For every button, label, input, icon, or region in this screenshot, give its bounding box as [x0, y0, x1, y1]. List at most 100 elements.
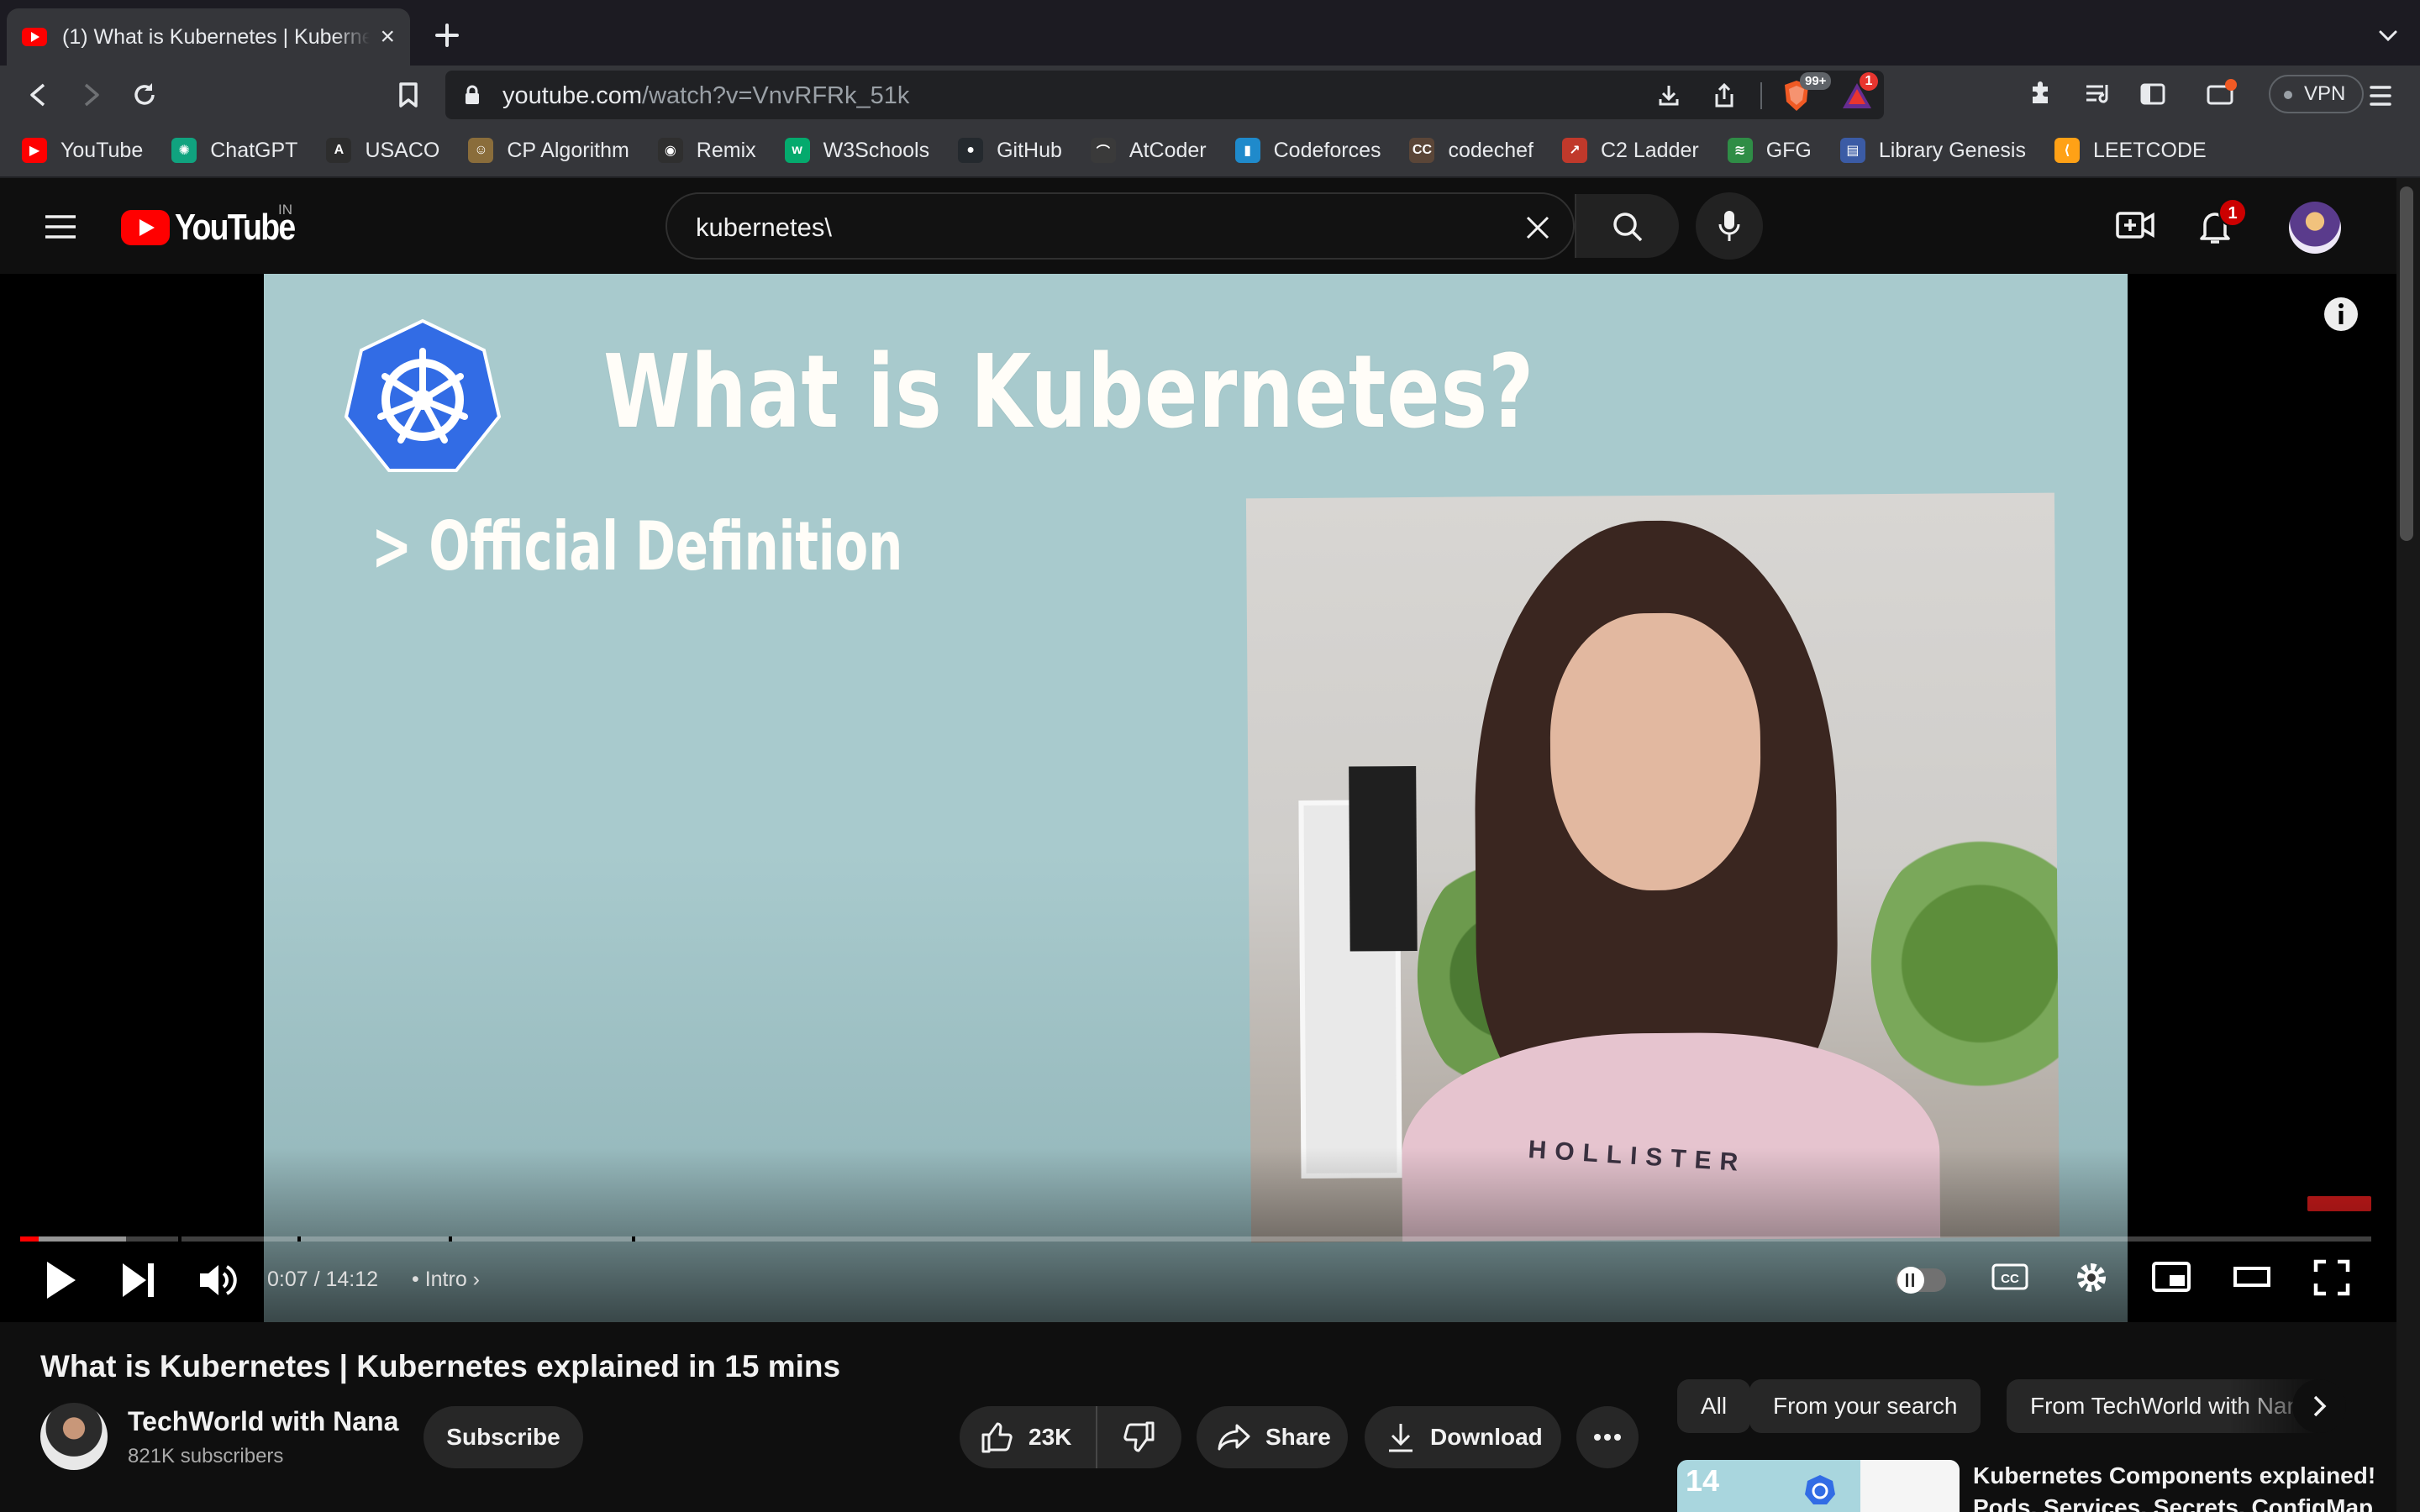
- bookmark-chatgpt[interactable]: ✺ ChatGPT: [171, 138, 297, 163]
- bookmark-usaco[interactable]: A USACO: [326, 138, 439, 163]
- share-page-icon[interactable]: [1712, 82, 1737, 109]
- thumbnail-panel: [1860, 1460, 1960, 1512]
- forward-icon[interactable]: [76, 80, 106, 110]
- microphone-icon: [1718, 211, 1740, 241]
- video-player[interactable]: What is Kubernetes? > Official Definitio…: [0, 274, 2396, 1322]
- new-tab-icon[interactable]: [430, 18, 464, 52]
- chapter-title[interactable]: • Intro ›: [412, 1268, 480, 1292]
- reload-icon[interactable]: [129, 80, 160, 110]
- github-icon: ●: [958, 138, 984, 163]
- country-code: IN: [278, 202, 292, 218]
- bookmark-github[interactable]: ● GitHub: [958, 138, 1062, 163]
- chips-next-button[interactable]: [2292, 1379, 2346, 1433]
- settings-gear-icon[interactable]: [2072, 1258, 2111, 1297]
- bookmark-codeforces[interactable]: ▮ Codeforces: [1234, 138, 1381, 163]
- autoplay-toggle[interactable]: [1896, 1267, 1946, 1294]
- c2-ladder-icon: ↗: [1561, 138, 1587, 163]
- rewards-count-badge: 1: [1860, 72, 1878, 91]
- related-filter-chips: All From your search From TechWorld with…: [1677, 1369, 2349, 1436]
- bookmark-label: GFG: [1765, 138, 1812, 162]
- tab-close-icon[interactable]: ×: [380, 24, 395, 50]
- guide-menu-icon[interactable]: [44, 213, 77, 240]
- extensions-puzzle-icon: [2033, 81, 2048, 103]
- url-text[interactable]: youtube.com/watch?v=VnvRFRk_51k: [502, 82, 909, 110]
- chip-all[interactable]: All: [1677, 1379, 1751, 1433]
- browser-menu-icon[interactable]: [2368, 81, 2393, 111]
- chip-from-your-search[interactable]: From your search: [1749, 1379, 1981, 1433]
- atcoder-icon: ⌒: [1090, 138, 1116, 163]
- share-label: Share: [1265, 1424, 1331, 1450]
- presenter-face: [1549, 612, 1762, 891]
- subscribe-button[interactable]: Subscribe: [424, 1406, 583, 1468]
- url-path: /watch?v=VnvRFRk_51k: [642, 82, 910, 109]
- bookmark-gfg[interactable]: ≋ GFG: [1727, 138, 1812, 163]
- bookmark-label: YouTube: [60, 138, 144, 162]
- share-button[interactable]: Share: [1197, 1406, 1348, 1468]
- pause-icon: [1906, 1273, 1914, 1287]
- voice-search-button[interactable]: [1696, 192, 1763, 260]
- bookmark-library-genesis[interactable]: ▤ Library Genesis: [1839, 138, 2026, 163]
- search-query-text[interactable]: kubernetes\: [696, 213, 832, 243]
- theater-mode-icon[interactable]: [2232, 1258, 2272, 1295]
- bookmark-icon[interactable]: [393, 80, 424, 110]
- like-button[interactable]: 23K: [960, 1406, 1097, 1468]
- video-title: What is Kubernetes | Kubernetes explaine…: [40, 1349, 841, 1383]
- controls-gradient: [0, 1147, 2396, 1322]
- download-button[interactable]: Download: [1365, 1406, 1561, 1468]
- dislike-button[interactable]: [1097, 1420, 1181, 1454]
- back-icon[interactable]: [24, 80, 54, 110]
- play-icon[interactable]: [42, 1258, 79, 1302]
- miniplayer-icon[interactable]: [2151, 1258, 2191, 1295]
- codeforces-icon: ▮: [1234, 138, 1260, 163]
- chip-from-channel[interactable]: From TechWorld with Nana: [2007, 1379, 2326, 1433]
- progress-played: [20, 1236, 39, 1242]
- remix-icon: ◉: [657, 138, 683, 163]
- search-icon: [1613, 213, 1643, 242]
- youtube-favicon-icon: [22, 28, 47, 46]
- recommendation-title[interactable]: Kubernetes Components explained! Pods, S…: [1973, 1460, 2376, 1512]
- bookmark-w3schools[interactable]: w W3Schools: [784, 138, 930, 163]
- gfg-icon: ≋: [1727, 138, 1753, 163]
- reading-list-icon: [2086, 85, 2108, 103]
- search-input[interactable]: kubernetes\: [666, 192, 1679, 260]
- install-app-icon[interactable]: [1655, 82, 1682, 109]
- address-bar[interactable]: youtube.com/watch?v=VnvRFRk_51k 99+ 1: [445, 71, 1884, 119]
- clear-search-icon[interactable]: [1524, 214, 1551, 241]
- bookmarks-bar: ▶ YouTube ✺ ChatGPT A USACO ☺ CP Algorithm ◉ Remi…: [0, 124, 2420, 178]
- bookmark-codechef[interactable]: CC codechef: [1409, 138, 1534, 163]
- bookmark-atcoder[interactable]: ⌒ AtCoder: [1090, 138, 1207, 163]
- browser-tab-strip: (1) What is Kubernetes | Kubernetes expl…: [0, 0, 2420, 66]
- chapter-label: • Intro: [412, 1268, 467, 1291]
- more-actions-button[interactable]: [1576, 1406, 1639, 1468]
- thumbs-up-icon: [981, 1422, 1013, 1453]
- info-icon[interactable]: [2323, 296, 2360, 333]
- fullscreen-icon[interactable]: [2312, 1258, 2351, 1297]
- account-avatar[interactable]: [2289, 202, 2341, 254]
- bookmark-remix[interactable]: ◉ Remix: [657, 138, 756, 163]
- bookmark-label: ChatGPT: [210, 138, 298, 162]
- subtitles-cc-icon[interactable]: CC: [1991, 1258, 2028, 1295]
- tab-list-chevron-down-icon[interactable]: [2376, 24, 2400, 47]
- lock-icon[interactable]: [464, 85, 481, 105]
- create-video-icon[interactable]: [2116, 208, 2154, 242]
- channel-avatar[interactable]: [40, 1403, 108, 1470]
- leetcode-icon: ⟨: [2054, 138, 2080, 163]
- next-video-icon[interactable]: [119, 1258, 156, 1302]
- bookmark-label: W3Schools: [823, 138, 930, 162]
- bookmark-label: GitHub: [997, 138, 1062, 162]
- channel-name[interactable]: TechWorld with Nana: [128, 1406, 398, 1437]
- volume-icon[interactable]: [197, 1258, 237, 1302]
- recommendation-thumbnail[interactable]: 14: [1677, 1460, 1960, 1512]
- progress-bar[interactable]: [20, 1236, 2371, 1242]
- page-scrollbar-thumb[interactable]: [2400, 186, 2413, 541]
- more-horizontal-icon: [1594, 1434, 1621, 1441]
- bookmark-c2-ladder[interactable]: ↗ C2 Ladder: [1561, 138, 1699, 163]
- search-button[interactable]: [1575, 194, 1679, 258]
- vpn-button[interactable]: VPN: [2269, 75, 2365, 113]
- plant-right: [1870, 828, 2060, 1100]
- bookmark-leetcode[interactable]: ⟨ LEETCODE: [2054, 138, 2207, 163]
- bookmark-cp-algorithm[interactable]: ☺ CP Algorithm: [468, 138, 629, 163]
- bookmark-youtube[interactable]: ▶ YouTube: [22, 138, 143, 163]
- chapter-marker: [632, 1236, 635, 1242]
- browser-tab-active[interactable]: (1) What is Kubernetes | Kubernetes expl…: [7, 8, 410, 66]
